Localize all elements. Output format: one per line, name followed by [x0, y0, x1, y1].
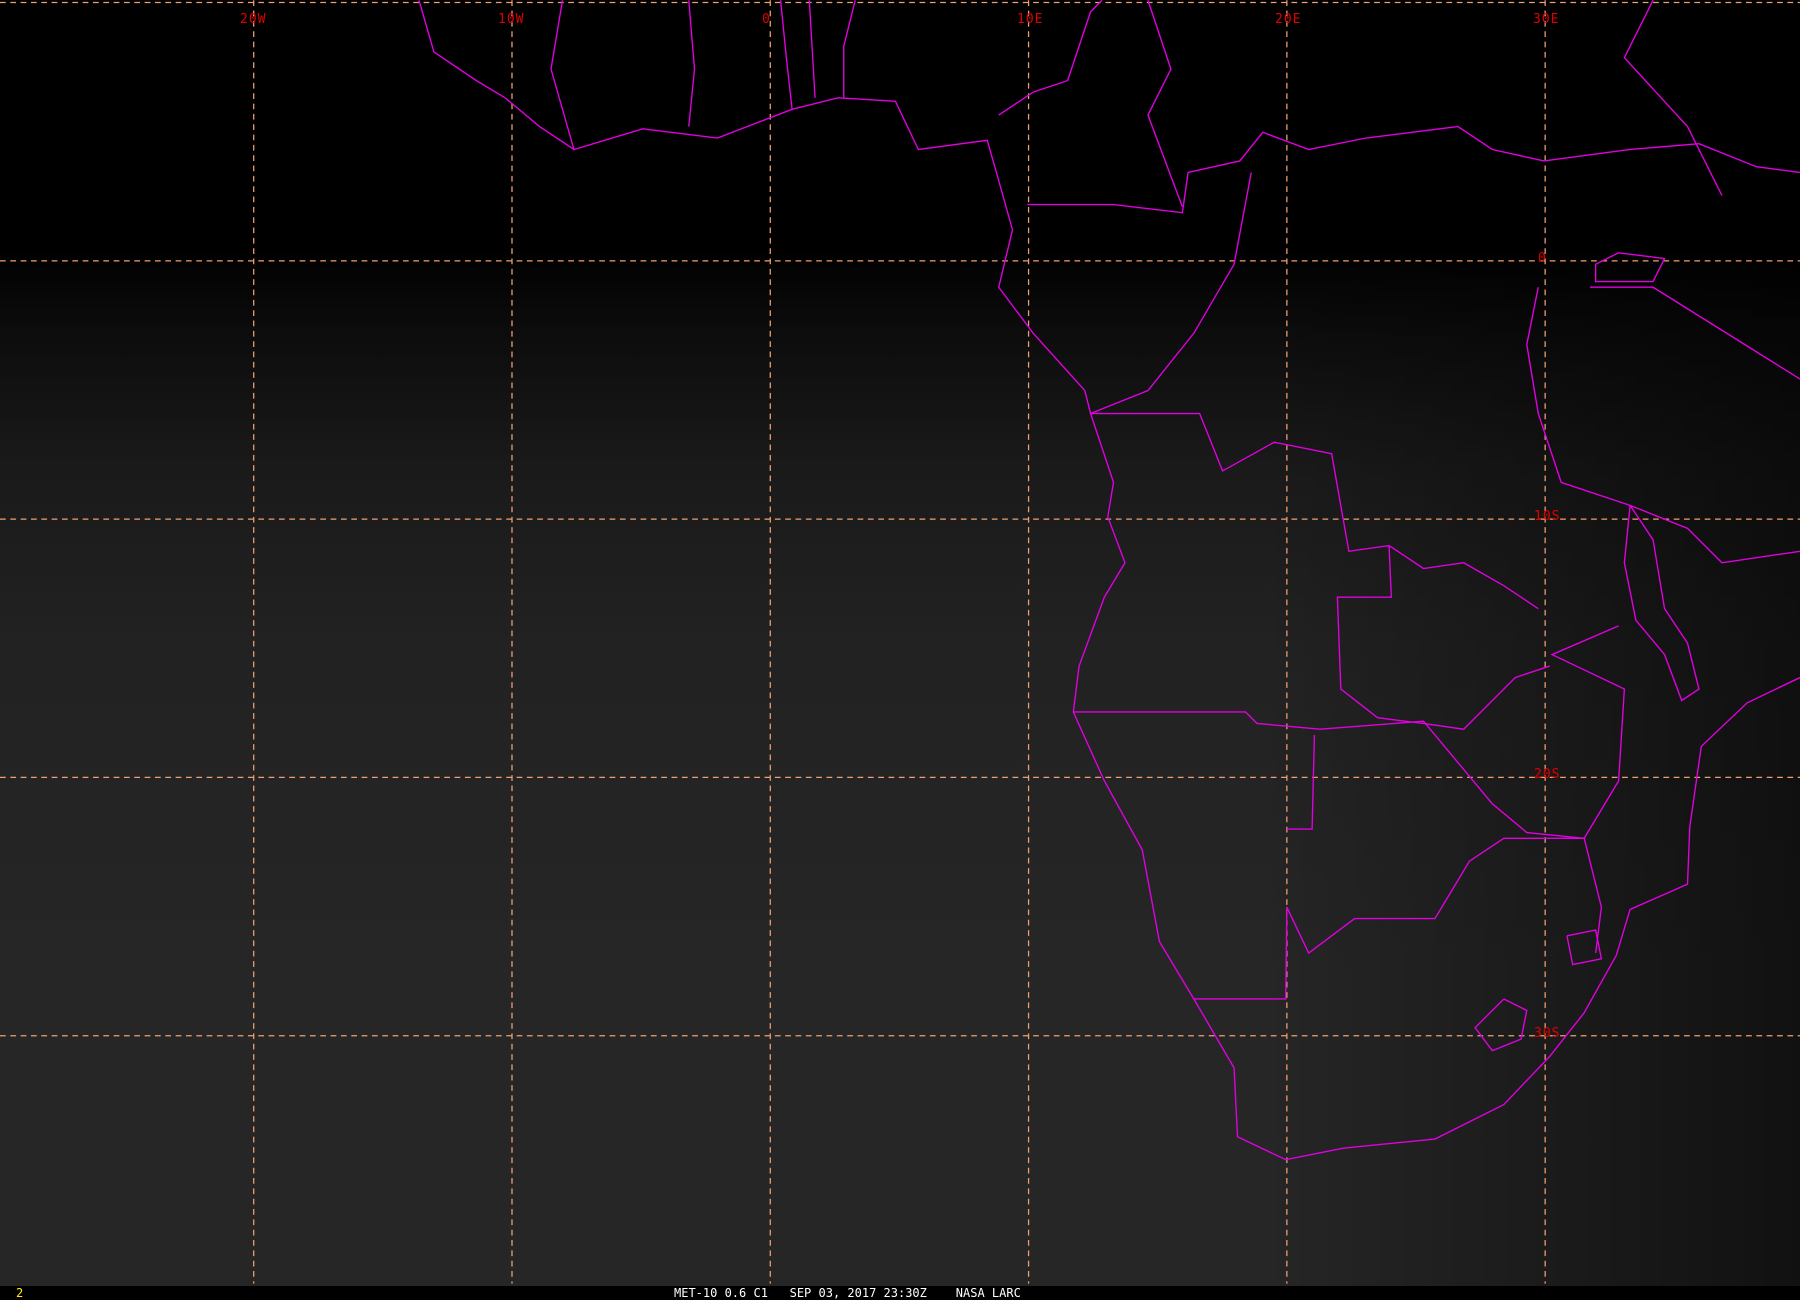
border [1286, 734, 1316, 830]
lon-label-30e: 30E [1533, 12, 1560, 27]
lon-label-10e: 10E [1017, 12, 1044, 27]
coastlines-borders [418, 0, 1800, 1161]
border [1623, 0, 1723, 196]
map-overlay [0, 0, 1800, 1284]
border [1027, 125, 1800, 214]
border [1073, 625, 1626, 839]
border [1147, 0, 1184, 208]
border [1336, 545, 1550, 730]
border [1090, 172, 1539, 610]
lat-label-20s: 20S [1534, 767, 1561, 782]
border [550, 0, 575, 150]
border [1286, 837, 1603, 955]
satellite-image: 20W 10W 0 10E 20E 30E 0 10S 20S 30S 2 ME… [0, 0, 1800, 1300]
caption-text: MET-10 0.6 C1 SEP 03, 2017 23:30Z NASA L… [674, 1286, 1021, 1300]
border [1474, 998, 1528, 1052]
datetime: SEP 03, 2017 23:30Z [789, 1286, 927, 1300]
lat-label-10s: 10S [1534, 509, 1561, 524]
border [998, 0, 1103, 116]
lon-label-20e: 20E [1275, 12, 1302, 27]
border [1589, 286, 1800, 380]
lon-label-10w: 10W [498, 12, 525, 27]
graticule [0, 0, 1800, 1284]
border [1594, 252, 1666, 283]
africa-coastline [418, 0, 1800, 1161]
satellite-channel: MET-10 0.6 C1 [674, 1286, 768, 1300]
border [808, 0, 816, 98]
frame-number: 2 [16, 1286, 24, 1300]
lat-label-0: 0 [1538, 251, 1547, 266]
image-caption-bar: 2 MET-10 0.6 C1 SEP 03, 2017 23:30Z NASA… [0, 1286, 1800, 1300]
border [1526, 287, 1800, 564]
border [688, 0, 696, 127]
border [1623, 504, 1700, 702]
lon-label-0: 0 [762, 12, 771, 27]
lon-label-20w: 20W [240, 12, 267, 27]
lat-label-30s: 30S [1534, 1026, 1561, 1041]
border [843, 0, 856, 98]
border [779, 0, 793, 110]
source: NASA LARC [955, 1286, 1021, 1300]
border [1193, 907, 1288, 1000]
